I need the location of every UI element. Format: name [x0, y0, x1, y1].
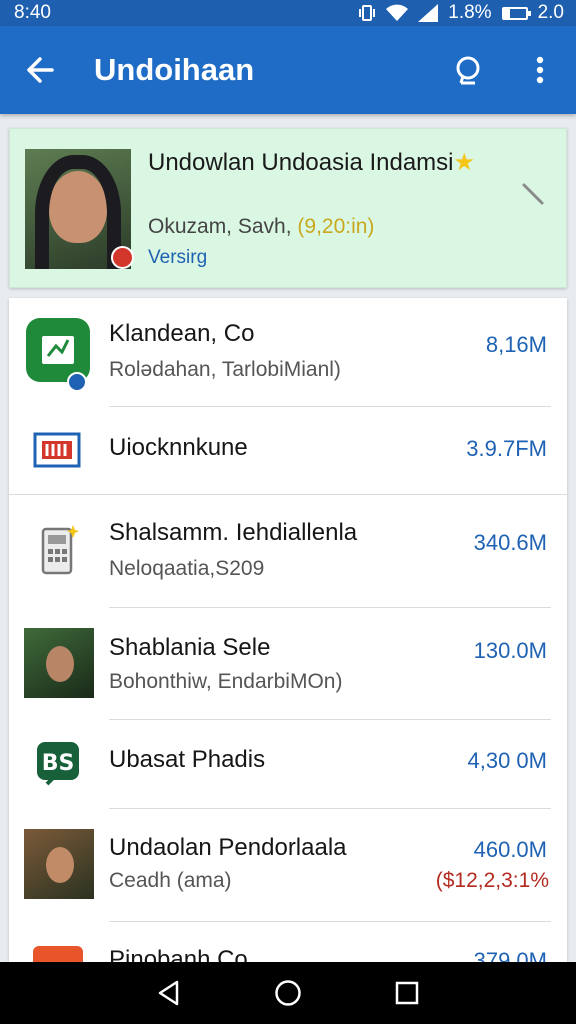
arrow-back-icon — [27, 57, 54, 83]
triangle-back-icon — [159, 980, 179, 1006]
item-value: 4,30 0M — [467, 748, 548, 773]
item-subtitle: Ceadh (ama) — [109, 869, 232, 892]
person-photo-icon — [24, 628, 94, 698]
status-icons: 1.8% 2.0 — [358, 2, 564, 24]
featured-link[interactable]: Versirg — [148, 247, 207, 269]
more-vert-icon — [536, 56, 544, 84]
list-item[interactable]: Klandean, Co Rolədahan, TarlobiMianl) 8,… — [9, 298, 567, 408]
list-item[interactable]: Uiocknnkune 3.9.7FM — [9, 408, 567, 494]
list-item[interactable]: Shalsamm. Iehdiallenla Neloqaatia,S209 3… — [9, 495, 567, 607]
featured-status-badge — [111, 246, 134, 269]
back-button[interactable] — [0, 26, 80, 114]
list-item[interactable]: Shablania Sele Bohonthiw, EndarbiMOn) 13… — [9, 372, 567, 720]
featured-title: Undowlan Undoasia Indamsi★ — [148, 147, 508, 179]
featured-hijab — [35, 155, 121, 269]
item-value: 130.0M — [473, 638, 547, 663]
verified-badge-icon — [67, 372, 87, 392]
nav-recents-button[interactable] — [387, 973, 427, 1013]
featured-subtitle-highlight: (9,20:in) — [297, 215, 375, 238]
item-change: ($12,2,3:1% — [435, 869, 549, 892]
item-title: Uiocknnkune — [109, 434, 248, 461]
photo-face — [46, 646, 74, 682]
vibrate-icon — [359, 5, 376, 21]
nav-back-button[interactable] — [149, 973, 189, 1013]
photo-face — [46, 847, 74, 883]
chat-bubble-icon — [456, 56, 480, 85]
item-value: 340.6M — [473, 530, 547, 555]
nav-home-button[interactable] — [268, 973, 308, 1013]
status-time: 8:40 — [14, 2, 51, 23]
status-bar: 8:40 1.8% 2.0 — [0, 0, 576, 26]
item-subtitle: Rolədahan, TarlobiMianl) — [109, 358, 341, 381]
featured-subtitle: Okuzam, Savh, (9,20:in) — [148, 215, 374, 239]
item-value: 8,16M — [485, 332, 547, 357]
featured-title-text: Undowlan Undoasia Indamsi — [148, 149, 454, 176]
person-photo-icon — [24, 829, 94, 899]
chat-button[interactable] — [432, 26, 504, 114]
app-bar: Undoihaan — [0, 26, 576, 114]
red-blue-logo-icon — [33, 430, 81, 470]
signal-icon — [418, 4, 439, 22]
page-title: Undoihaan — [94, 52, 255, 87]
featured-card[interactable]: Undowlan Undoasia Indamsi★ Okuzam, Savh,… — [9, 128, 567, 288]
battery-icon — [501, 6, 531, 20]
battery-level — [503, 8, 511, 18]
more-options-button[interactable] — [504, 26, 576, 114]
calculator-icon — [39, 523, 79, 577]
featured-subtitle-main: Okuzam, Savh, — [148, 215, 298, 238]
svg-text:BS: BS — [42, 751, 75, 776]
item-list: Klandean, Co Rolədahan, TarlobiMianl) 8,… — [9, 298, 567, 968]
item-subtitle: Bohonthiw, EndarbiMOn) — [109, 670, 343, 693]
list-item[interactable]: BS Ubasat Phadis 4,30 0M — [9, 720, 567, 808]
divider — [109, 406, 551, 407]
list-item[interactable]: Undaolan Pendorlaala Ceadh (ama) 460.0M … — [9, 809, 567, 921]
item-value: 3.9.7FM — [466, 436, 547, 461]
item-value: 460.0M — [473, 837, 547, 862]
item-title: Undaolan Pendorlaala — [109, 834, 347, 861]
circle-home-icon — [275, 980, 301, 1006]
system-nav-bar — [0, 962, 576, 1024]
status-clock-right: 2.0 — [537, 2, 564, 23]
item-title: Klandean, Co — [109, 320, 255, 347]
item-title: Shablania Sele — [109, 634, 271, 661]
battery-percent: 1.8% — [448, 2, 492, 23]
star-icon: ★ — [453, 149, 476, 176]
edit-icon[interactable] — [520, 181, 546, 207]
item-subtitle: Neloqaatia,S209 — [109, 557, 265, 580]
wifi-icon — [386, 4, 409, 21]
square-recents-icon — [395, 981, 418, 1005]
green-b-logo-icon: BS — [35, 740, 81, 786]
item-title: Ubasat Phadis — [109, 746, 266, 773]
item-title: Shalsamm. Iehdiallenla — [109, 519, 358, 546]
